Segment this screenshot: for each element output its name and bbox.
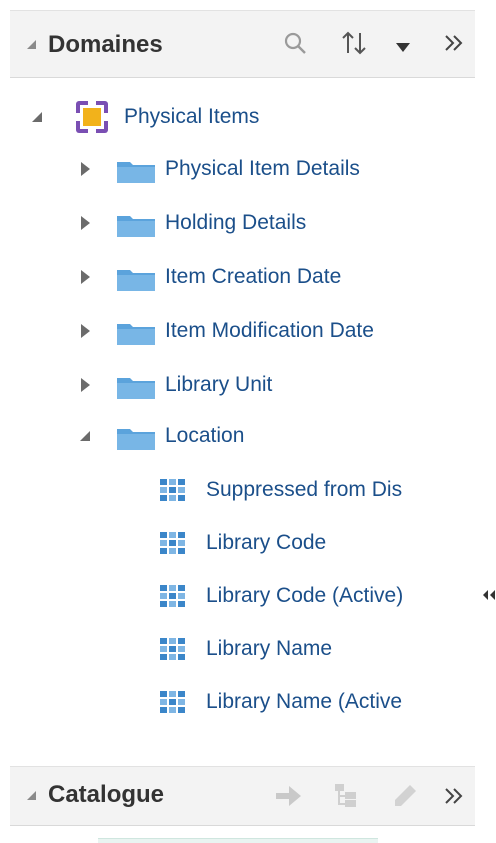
- chevron-down-icon[interactable]: [396, 40, 410, 58]
- tree-column-suppressed[interactable]: Suppressed from Dis: [10, 470, 475, 510]
- tree-folder-label: Holding Details: [165, 211, 307, 234]
- column-icon: [160, 479, 186, 506]
- tree-node-label: Physical Items: [124, 105, 260, 128]
- tree-folder-label: Library Unit: [165, 373, 273, 396]
- tree-folder-location[interactable]: Location: [10, 416, 475, 456]
- expand-node-icon[interactable]: [81, 162, 90, 176]
- tree-folder-holding-details[interactable]: Holding Details: [10, 203, 475, 243]
- tree-column-label: Library Code: [206, 531, 327, 554]
- tree-folder-label: Location: [165, 424, 245, 447]
- collapse-pane-icon[interactable]: [482, 588, 496, 607]
- folder-icon: [117, 159, 155, 188]
- expand-panel-icon[interactable]: [442, 784, 466, 813]
- tree-column-label: Library Name (Active: [206, 690, 403, 713]
- column-icon: [160, 585, 186, 612]
- tree-folder-item-modification-date[interactable]: Item Modification Date: [10, 311, 475, 351]
- column-icon: [160, 532, 186, 559]
- collapse-node-icon[interactable]: [80, 431, 90, 441]
- folder-icon: [117, 321, 155, 350]
- folder-icon: [117, 375, 155, 404]
- edit-pencil-icon[interactable]: [392, 783, 418, 814]
- collapse-triangle-icon[interactable]: [27, 40, 36, 49]
- folder-icon: [117, 213, 155, 242]
- tree-column-label: Library Name: [206, 637, 333, 660]
- subject-area-icon: [75, 100, 109, 139]
- tree-column-library-name-active[interactable]: Library Name (Active: [10, 682, 475, 722]
- tree-column-library-name[interactable]: Library Name: [10, 629, 475, 669]
- domaines-title: Domaines: [48, 31, 163, 58]
- expand-node-icon[interactable]: [81, 324, 90, 338]
- expand-node-icon[interactable]: [81, 216, 90, 230]
- expand-node-icon[interactable]: [81, 378, 90, 392]
- tree-folder-library-unit[interactable]: Library Unit: [10, 365, 475, 405]
- catalogue-title: Catalogue: [48, 781, 165, 808]
- catalogue-header[interactable]: Catalogue: [10, 766, 475, 826]
- tree-folder-label: Item Creation Date: [165, 265, 342, 288]
- data-pane: Domaines Physical Items Physical Item De…: [0, 0, 482, 843]
- column-icon: [160, 638, 186, 665]
- catalog-tree-icon[interactable]: [334, 783, 358, 814]
- search-icon[interactable]: [283, 31, 309, 62]
- tree-column-label: Library Code (Active): [206, 584, 404, 607]
- tree-node-physical-items[interactable]: Physical Items: [10, 97, 475, 137]
- catalogue-content-edge: [98, 838, 378, 843]
- expand-node-icon[interactable]: [81, 270, 90, 284]
- domain-tree: Physical Items Physical Item Details Hol…: [10, 77, 475, 765]
- column-icon: [160, 691, 186, 718]
- domaines-header[interactable]: Domaines: [10, 10, 475, 78]
- arrow-right-icon[interactable]: [276, 785, 302, 812]
- folder-icon: [117, 426, 155, 455]
- tree-column-library-code[interactable]: Library Code: [10, 523, 475, 563]
- tree-folder-label: Item Modification Date: [165, 319, 374, 342]
- tree-folder-physical-item-details[interactable]: Physical Item Details: [10, 149, 475, 189]
- tree-folder-label: Physical Item Details: [165, 157, 360, 180]
- collapse-triangle-icon[interactable]: [27, 791, 36, 800]
- expand-panel-icon[interactable]: [442, 31, 466, 60]
- collapse-node-icon[interactable]: [32, 112, 42, 122]
- pane-splitter[interactable]: [482, 0, 496, 843]
- tree-folder-item-creation-date[interactable]: Item Creation Date: [10, 257, 475, 297]
- folder-icon: [117, 267, 155, 296]
- tree-column-label: Suppressed from Dis: [206, 478, 403, 501]
- sort-icon[interactable]: [341, 29, 367, 62]
- tree-column-library-code-active[interactable]: Library Code (Active): [10, 576, 475, 616]
